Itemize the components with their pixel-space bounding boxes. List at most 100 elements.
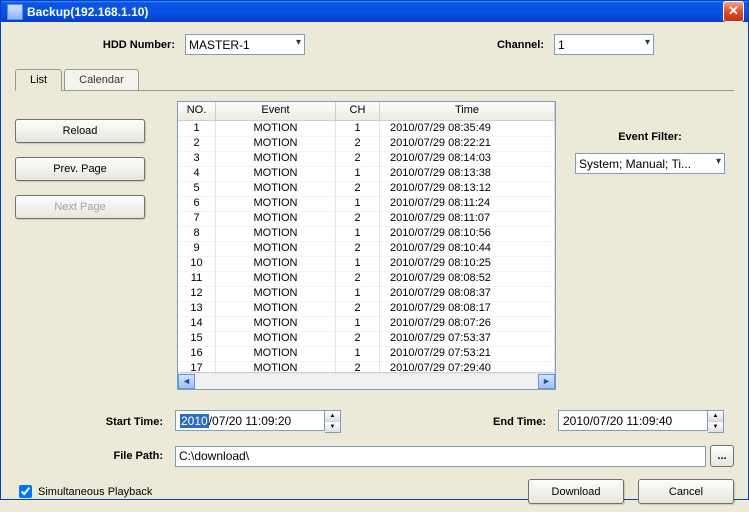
table-row[interactable]: 9MOTION22010/07/29 08:10:44 bbox=[178, 241, 555, 256]
table-row[interactable]: 16MOTION12010/07/29 07:53:21 bbox=[178, 346, 555, 361]
end-time-spinner[interactable]: ▲▼ bbox=[708, 410, 724, 433]
spin-up-icon[interactable]: ▲ bbox=[708, 411, 723, 422]
table-row[interactable]: 4MOTION12010/07/29 08:13:38 bbox=[178, 166, 555, 181]
cell-ch: 2 bbox=[336, 301, 380, 317]
simultaneous-playback-checkbox[interactable] bbox=[19, 485, 32, 498]
start-time-field[interactable]: 2010/07/20 11:09:20 ▲▼ bbox=[175, 410, 341, 433]
cancel-button[interactable]: Cancel bbox=[638, 479, 734, 504]
hdd-number-label: HDD Number: bbox=[15, 39, 175, 51]
table-row[interactable]: 1MOTION12010/07/29 08:35:49 bbox=[178, 121, 555, 136]
app-icon bbox=[7, 4, 23, 20]
cell-ch: 2 bbox=[336, 136, 380, 152]
table-row[interactable]: 7MOTION22010/07/29 08:11:07 bbox=[178, 211, 555, 226]
cell-event: MOTION bbox=[216, 241, 336, 257]
channel-select[interactable] bbox=[554, 34, 654, 55]
table-row[interactable]: 12MOTION12010/07/29 08:08:37 bbox=[178, 286, 555, 301]
event-filter-select-wrap bbox=[575, 153, 725, 174]
cell-event: MOTION bbox=[216, 211, 336, 227]
cell-no: 4 bbox=[178, 166, 216, 182]
cell-time: 2010/07/29 08:11:24 bbox=[380, 196, 555, 212]
tab-calendar[interactable]: Calendar bbox=[64, 69, 139, 90]
cell-time: 2010/07/29 08:14:03 bbox=[380, 151, 555, 167]
cell-event: MOTION bbox=[216, 121, 336, 137]
end-time-field[interactable]: ▲▼ bbox=[558, 410, 724, 433]
cell-no: 3 bbox=[178, 151, 216, 167]
download-button[interactable]: Download bbox=[528, 479, 624, 504]
table-header: NO. Event CH Time bbox=[178, 102, 555, 121]
cell-time: 2010/07/29 08:35:49 bbox=[380, 121, 555, 137]
time-row: Start Time: 2010/07/20 11:09:20 ▲▼ End T… bbox=[15, 410, 734, 433]
table-row[interactable]: 11MOTION22010/07/29 08:08:52 bbox=[178, 271, 555, 286]
table-row[interactable]: 8MOTION12010/07/29 08:10:56 bbox=[178, 226, 555, 241]
cell-event: MOTION bbox=[216, 316, 336, 332]
cell-event: MOTION bbox=[216, 136, 336, 152]
hdd-number-select[interactable] bbox=[185, 34, 305, 55]
cell-time: 2010/07/29 07:53:37 bbox=[380, 331, 555, 347]
file-path-input[interactable] bbox=[175, 446, 706, 467]
event-table: NO. Event CH Time 1MOTION12010/07/29 08:… bbox=[177, 101, 556, 390]
cell-ch: 2 bbox=[336, 181, 380, 197]
cell-no: 2 bbox=[178, 136, 216, 152]
simultaneous-playback-label: Simultaneous Playback bbox=[38, 486, 152, 498]
table-row[interactable]: 2MOTION22010/07/29 08:22:21 bbox=[178, 136, 555, 151]
col-no[interactable]: NO. bbox=[178, 102, 216, 120]
cell-ch: 1 bbox=[336, 196, 380, 212]
cell-ch: 1 bbox=[336, 121, 380, 137]
table-row[interactable]: 6MOTION12010/07/29 08:11:24 bbox=[178, 196, 555, 211]
cell-event: MOTION bbox=[216, 346, 336, 362]
cell-no: 9 bbox=[178, 241, 216, 257]
table-row[interactable]: 10MOTION12010/07/29 08:10:25 bbox=[178, 256, 555, 271]
cell-time: 2010/07/29 08:10:56 bbox=[380, 226, 555, 242]
cell-time: 2010/07/29 08:08:52 bbox=[380, 271, 555, 287]
cell-event: MOTION bbox=[216, 301, 336, 317]
col-time[interactable]: Time bbox=[380, 102, 555, 120]
next-page-button: Next Page bbox=[15, 195, 145, 219]
horizontal-scrollbar[interactable]: ◄ ► bbox=[178, 372, 555, 389]
table-row[interactable]: 14MOTION12010/07/29 08:07:26 bbox=[178, 316, 555, 331]
footer-row: Simultaneous Playback Download Cancel bbox=[15, 479, 734, 504]
scroll-right-icon[interactable]: ► bbox=[538, 374, 555, 389]
cell-no: 17 bbox=[178, 361, 216, 372]
cell-ch: 1 bbox=[336, 226, 380, 242]
prev-page-button[interactable]: Prev. Page bbox=[15, 157, 145, 181]
cell-ch: 2 bbox=[336, 241, 380, 257]
channel-label: Channel: bbox=[464, 39, 544, 51]
reload-button[interactable]: Reload bbox=[15, 119, 145, 143]
table-row[interactable]: 3MOTION22010/07/29 08:14:03 bbox=[178, 151, 555, 166]
cell-time: 2010/07/29 07:53:21 bbox=[380, 346, 555, 362]
table-row[interactable]: 15MOTION22010/07/29 07:53:37 bbox=[178, 331, 555, 346]
hdd-number-select-wrap bbox=[185, 34, 305, 55]
cell-time: 2010/07/29 08:10:25 bbox=[380, 256, 555, 272]
spin-down-icon[interactable]: ▼ bbox=[708, 422, 723, 432]
event-filter-label: Event Filter: bbox=[566, 131, 734, 143]
cell-event: MOTION bbox=[216, 361, 336, 372]
cell-event: MOTION bbox=[216, 286, 336, 302]
cell-event: MOTION bbox=[216, 196, 336, 212]
left-buttons: Reload Prev. Page Next Page bbox=[15, 101, 167, 390]
col-ch[interactable]: CH bbox=[336, 102, 380, 120]
browse-button[interactable]: ... bbox=[710, 445, 734, 467]
table-body[interactable]: 1MOTION12010/07/29 08:35:492MOTION22010/… bbox=[178, 121, 555, 372]
path-row: File Path: ... bbox=[15, 445, 734, 467]
cell-event: MOTION bbox=[216, 151, 336, 167]
col-event[interactable]: Event bbox=[216, 102, 336, 120]
scroll-left-icon[interactable]: ◄ bbox=[178, 374, 195, 389]
start-time-label: Start Time: bbox=[15, 416, 175, 428]
event-filter-select[interactable] bbox=[575, 153, 725, 174]
close-icon[interactable]: ✕ bbox=[723, 1, 744, 22]
cell-ch: 2 bbox=[336, 361, 380, 372]
scroll-track[interactable] bbox=[195, 374, 538, 389]
end-time-input[interactable] bbox=[558, 410, 708, 431]
cell-ch: 2 bbox=[336, 211, 380, 227]
table-row[interactable]: 17MOTION22010/07/29 07:29:40 bbox=[178, 361, 555, 372]
tab-list[interactable]: List bbox=[15, 69, 62, 91]
cell-no: 15 bbox=[178, 331, 216, 347]
cell-time: 2010/07/29 08:10:44 bbox=[380, 241, 555, 257]
cell-time: 2010/07/29 08:08:37 bbox=[380, 286, 555, 302]
start-time-spinner[interactable]: ▲▼ bbox=[325, 410, 341, 433]
table-row[interactable]: 13MOTION22010/07/29 08:08:17 bbox=[178, 301, 555, 316]
cell-no: 13 bbox=[178, 301, 216, 317]
table-row[interactable]: 5MOTION22010/07/29 08:13:12 bbox=[178, 181, 555, 196]
spin-down-icon[interactable]: ▼ bbox=[325, 422, 340, 432]
spin-up-icon[interactable]: ▲ bbox=[325, 411, 340, 422]
